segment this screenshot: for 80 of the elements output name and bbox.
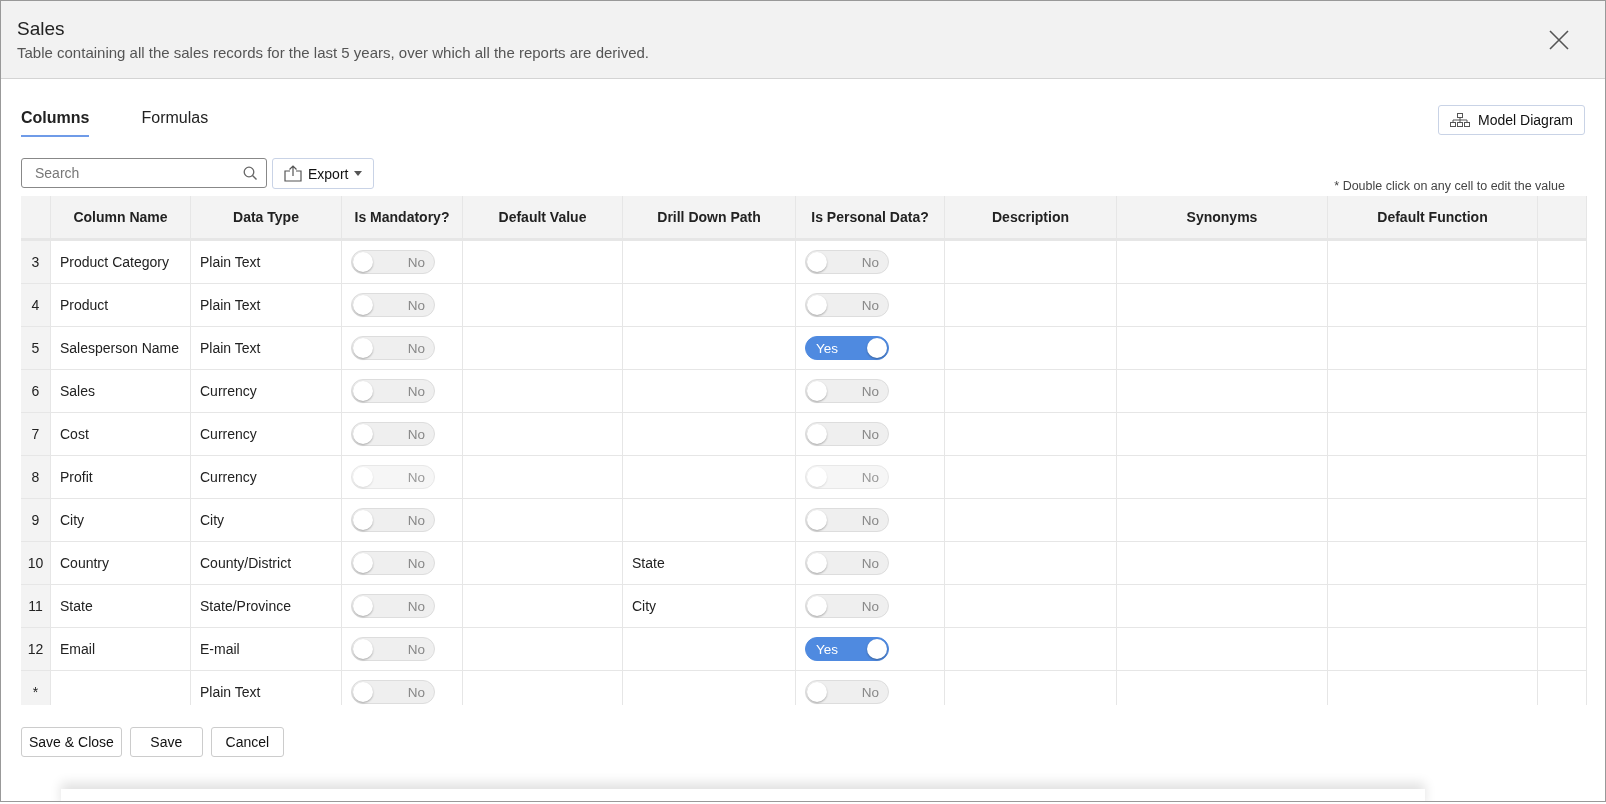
search-field[interactable]: Search — [33, 164, 243, 182]
cell-text: State — [60, 598, 93, 614]
hierarchy-icon — [1450, 113, 1471, 127]
toggle-switch[interactable]: Yes — [805, 637, 889, 661]
row-number: 7 — [31, 426, 40, 442]
cell-text: Country — [60, 555, 110, 571]
toggle-switch[interactable]: No — [351, 293, 435, 317]
cell-text: City — [60, 512, 85, 528]
toggle-switch[interactable]: No — [351, 594, 435, 618]
upload-icon — [284, 165, 302, 182]
export-button[interactable]: Export — [272, 158, 375, 189]
column-header: Is Personal Data? — [811, 209, 929, 225]
close-icon[interactable] — [1549, 30, 1569, 50]
tab[interactable]: Columns — [21, 105, 90, 137]
row-number: 10 — [27, 555, 44, 571]
toggle-switch[interactable]: No — [805, 379, 889, 403]
footer-button[interactable]: Save — [129, 727, 203, 757]
cell-text: County/District — [200, 555, 292, 571]
column-header: Synonyms — [1186, 209, 1258, 225]
search-icon — [243, 165, 258, 181]
column-header: Drill Down Path — [657, 209, 761, 225]
toggle-switch[interactable]: No — [805, 422, 889, 446]
cell-text: Plain Text — [200, 297, 261, 313]
footer-button[interactable]: Cancel — [210, 727, 284, 757]
toggle-switch[interactable]: No — [805, 508, 889, 532]
toggle-switch[interactable]: No — [805, 680, 889, 704]
cell-text: Profit — [60, 469, 93, 485]
row-number: 9 — [31, 512, 40, 528]
column-header: Is Mandatory? — [354, 209, 450, 225]
toggle-switch[interactable]: No — [805, 594, 889, 618]
toggle-switch[interactable]: Yes — [805, 336, 889, 360]
column-header: Data Type — [233, 209, 299, 225]
toggle-switch[interactable]: No — [351, 508, 435, 532]
column-header: Default Function — [1377, 209, 1488, 225]
cell-text: Plain Text — [200, 340, 261, 356]
caret-icon — [354, 171, 363, 176]
cell-text: Product Category — [60, 254, 169, 270]
toggle-switch[interactable]: No — [351, 250, 435, 274]
toggle-switch[interactable]: No — [351, 422, 435, 446]
cell-text: Email — [60, 641, 95, 657]
row-number: 3 — [31, 254, 40, 270]
cell-text: City — [200, 512, 225, 528]
toggle-switch[interactable]: No — [351, 637, 435, 661]
cell-text: Cost — [60, 426, 89, 442]
cell-text: City — [632, 598, 657, 614]
row-number: * — [32, 684, 39, 700]
toggle-switch[interactable]: No — [351, 379, 435, 403]
column-header: Default Value — [498, 209, 587, 225]
row-number: 8 — [31, 469, 40, 485]
search-field[interactable]: Search — [21, 158, 267, 188]
cell-text: E-mail — [200, 641, 240, 657]
cell-text: Sales — [60, 383, 96, 399]
tab[interactable]: Formulas — [141, 105, 209, 137]
column-header: Description — [992, 209, 1069, 225]
toggle-switch[interactable]: No — [805, 293, 889, 317]
model-diagram-button[interactable]: Model Diagram — [1438, 105, 1585, 135]
cell-text: Plain Text — [200, 684, 261, 700]
row-number: 11 — [28, 598, 43, 614]
row-number: 4 — [31, 297, 40, 313]
toggle-switch[interactable]: No — [351, 680, 435, 704]
dialog-title: Sales — [17, 18, 66, 40]
column-header: Column Name — [73, 209, 168, 225]
cell-text: Currency — [200, 426, 257, 442]
dialog-subtitle: Table containing all the sales records for the last 5 years, over which all the reports are derived. — [17, 44, 649, 61]
hint-text: * Double click on any cell to edit the value — [1334, 179, 1565, 193]
toggle-switch[interactable]: No — [351, 336, 435, 360]
cell-text: Product — [60, 297, 109, 313]
cell-text: State — [632, 555, 665, 571]
toggle-switch[interactable]: No — [805, 551, 889, 575]
row-number: 5 — [31, 340, 40, 356]
cell-text: Currency — [200, 383, 257, 399]
row-number: 6 — [31, 383, 40, 399]
toggle-switch[interactable]: No — [805, 250, 889, 274]
cell-text: Currency — [200, 469, 257, 485]
footer-button[interactable]: Save & Close — [21, 727, 122, 757]
cell-text: Salesperson Name — [60, 340, 180, 356]
cell-text: Plain Text — [200, 254, 261, 270]
row-number: 12 — [27, 641, 44, 657]
cell-text: State/Province — [200, 598, 292, 614]
toggle-switch[interactable]: No — [351, 551, 435, 575]
